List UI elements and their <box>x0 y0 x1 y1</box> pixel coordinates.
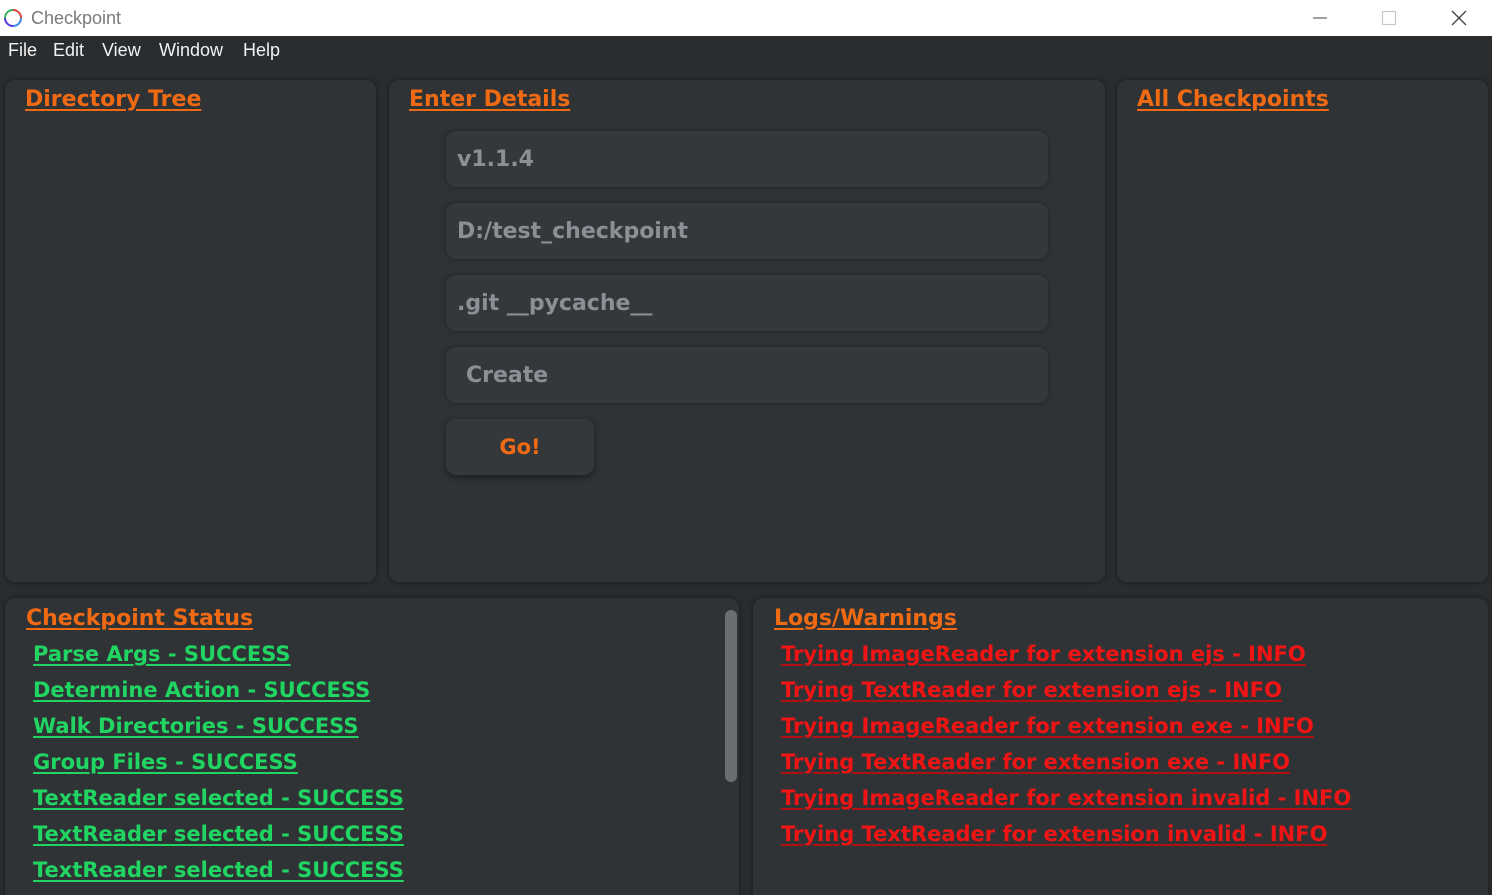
logs-warnings-title: Logs/Warnings <box>774 606 957 631</box>
status-line: Determine Action - SUCCESS <box>33 678 371 702</box>
log-line: Trying ImageReader for extension ejs - I… <box>781 642 1306 666</box>
directory-tree-panel[interactable] <box>5 80 376 582</box>
log-line: Trying TextReader for extension ejs - IN… <box>781 678 1282 702</box>
app-logo-icon <box>4 9 22 27</box>
menu-view[interactable]: View <box>102 40 141 61</box>
log-line: Trying TextReader for extension invalid … <box>781 822 1328 846</box>
menu-file[interactable]: File <box>8 40 37 61</box>
status-line: Walk Directories - SUCCESS <box>33 714 359 738</box>
window-title: Checkpoint <box>31 8 122 28</box>
action-select[interactable]: Create <box>446 347 1048 403</box>
enter-details-title: Enter Details <box>409 87 571 112</box>
minimize-button[interactable] <box>1285 0 1355 36</box>
menu-window[interactable]: Window <box>159 40 223 61</box>
all-checkpoints-title: All Checkpoints <box>1137 87 1329 112</box>
log-line: Trying TextReader for extension exe - IN… <box>781 750 1291 774</box>
ignore-patterns-field[interactable]: .git __pycache__ <box>446 275 1048 331</box>
version-field[interactable]: v1.1.4 <box>446 131 1048 187</box>
log-line: Trying ImageReader for extension exe - I… <box>781 714 1314 738</box>
menu-edit[interactable]: Edit <box>53 40 84 61</box>
maximize-button[interactable] <box>1354 0 1424 36</box>
status-line: Group Files - SUCCESS <box>33 750 298 774</box>
status-line: Parse Args - SUCCESS <box>33 642 291 666</box>
status-line: TextReader selected - SUCCESS <box>33 822 404 846</box>
status-scrollbar[interactable] <box>725 610 737 782</box>
close-icon <box>1451 10 1467 26</box>
status-line: TextReader selected - SUCCESS <box>33 786 404 810</box>
menu-help[interactable]: Help <box>243 40 280 61</box>
log-line: Trying ImageReader for extension invalid… <box>781 786 1352 810</box>
status-line: TextReader selected - SUCCESS <box>33 858 404 882</box>
checkpoint-status-title: Checkpoint Status <box>26 606 254 631</box>
all-checkpoints-panel[interactable] <box>1117 80 1488 582</box>
minimize-icon <box>1313 17 1327 19</box>
title-bar: Checkpoint <box>0 0 1492 37</box>
maximize-icon <box>1381 10 1397 26</box>
close-button[interactable] <box>1424 0 1492 36</box>
directory-tree-title: Directory Tree <box>25 87 202 112</box>
directory-path-field[interactable]: D:/test_checkpoint <box>446 203 1048 259</box>
go-button[interactable]: Go! <box>446 419 594 475</box>
menu-bar: File Edit View Window Help <box>0 36 1492 66</box>
